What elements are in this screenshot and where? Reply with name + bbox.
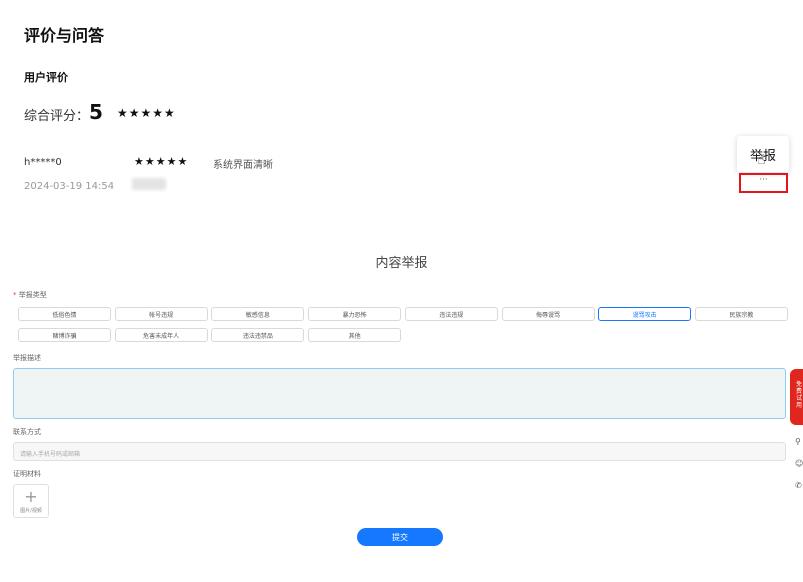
submit-button-label: 提交 <box>392 532 408 542</box>
section-title-user-reviews: 用户评价 <box>24 71 68 84</box>
report-type-chip[interactable]: 违法违规 <box>404 307 498 321</box>
submit-button[interactable]: 提交 <box>357 528 443 546</box>
phone-icon[interactable]: ✆ <box>795 481 802 490</box>
page-title: 评价与问答 <box>24 26 105 45</box>
overall-score-label: 综合评分： <box>24 109 90 124</box>
report-type-chip[interactable]: 违法违禁品 <box>211 328 305 342</box>
upload-evidence-button[interactable]: + 图片/视频 <box>13 484 49 518</box>
report-type-chip[interactable]: 低俗色情 <box>18 307 111 321</box>
review-date: 2024-03-19 14:54 <box>24 181 115 192</box>
report-type-chip[interactable]: 危害未成年人 <box>114 328 208 342</box>
free-trial-side-tab[interactable]: 免费试用 <box>790 369 803 425</box>
report-type-label: * 举报类型 <box>13 290 47 300</box>
report-type-chip[interactable]: 民族宗教 <box>694 307 788 321</box>
hand-cursor-icon: ☝ <box>757 152 766 168</box>
overall-score-value: 5 <box>89 100 103 124</box>
report-type-chip[interactable]: 暴力恐怖 <box>308 307 402 321</box>
report-type-chip[interactable]: 帐号违规 <box>114 307 208 321</box>
report-type-chip[interactable]: 侮辱谩骂 <box>501 307 595 321</box>
review-text: 系统界面清晰 <box>213 160 273 171</box>
contact-input[interactable]: 请输入手机号码或邮箱 <box>13 442 786 461</box>
blurred-review-tag <box>132 178 166 190</box>
required-mark: * <box>13 291 17 299</box>
overall-rating-stars: ★★★★★ <box>117 106 176 120</box>
report-type-chip[interactable]: 谩骂攻击 <box>598 307 692 321</box>
report-type-chip[interactable]: 敏感信息 <box>211 307 305 321</box>
report-description-textarea[interactable] <box>13 368 786 419</box>
report-type-chip[interactable]: 赌博诈骗 <box>18 328 111 342</box>
more-options-button[interactable]: ··· <box>739 173 788 193</box>
search-icon[interactable]: ⚲ <box>795 437 801 446</box>
review-rating-stars: ★★★★★ <box>134 155 189 168</box>
upload-label: 图片/视频 <box>20 507 42 514</box>
report-desc-label: 举报描述 <box>13 354 41 362</box>
plus-icon: + <box>24 486 38 506</box>
report-type-chip[interactable]: 其他 <box>308 328 402 342</box>
chat-icon[interactable]: ☺ <box>795 459 803 468</box>
report-type-label-text: 举报类型 <box>18 291 47 299</box>
evidence-label: 证明材料 <box>13 470 41 478</box>
more-dots-icon: ··· <box>759 175 768 185</box>
report-dialog-title: 内容举报 <box>375 256 428 271</box>
review-username: h*****0 <box>24 157 62 168</box>
contact-label: 联系方式 <box>13 428 41 436</box>
